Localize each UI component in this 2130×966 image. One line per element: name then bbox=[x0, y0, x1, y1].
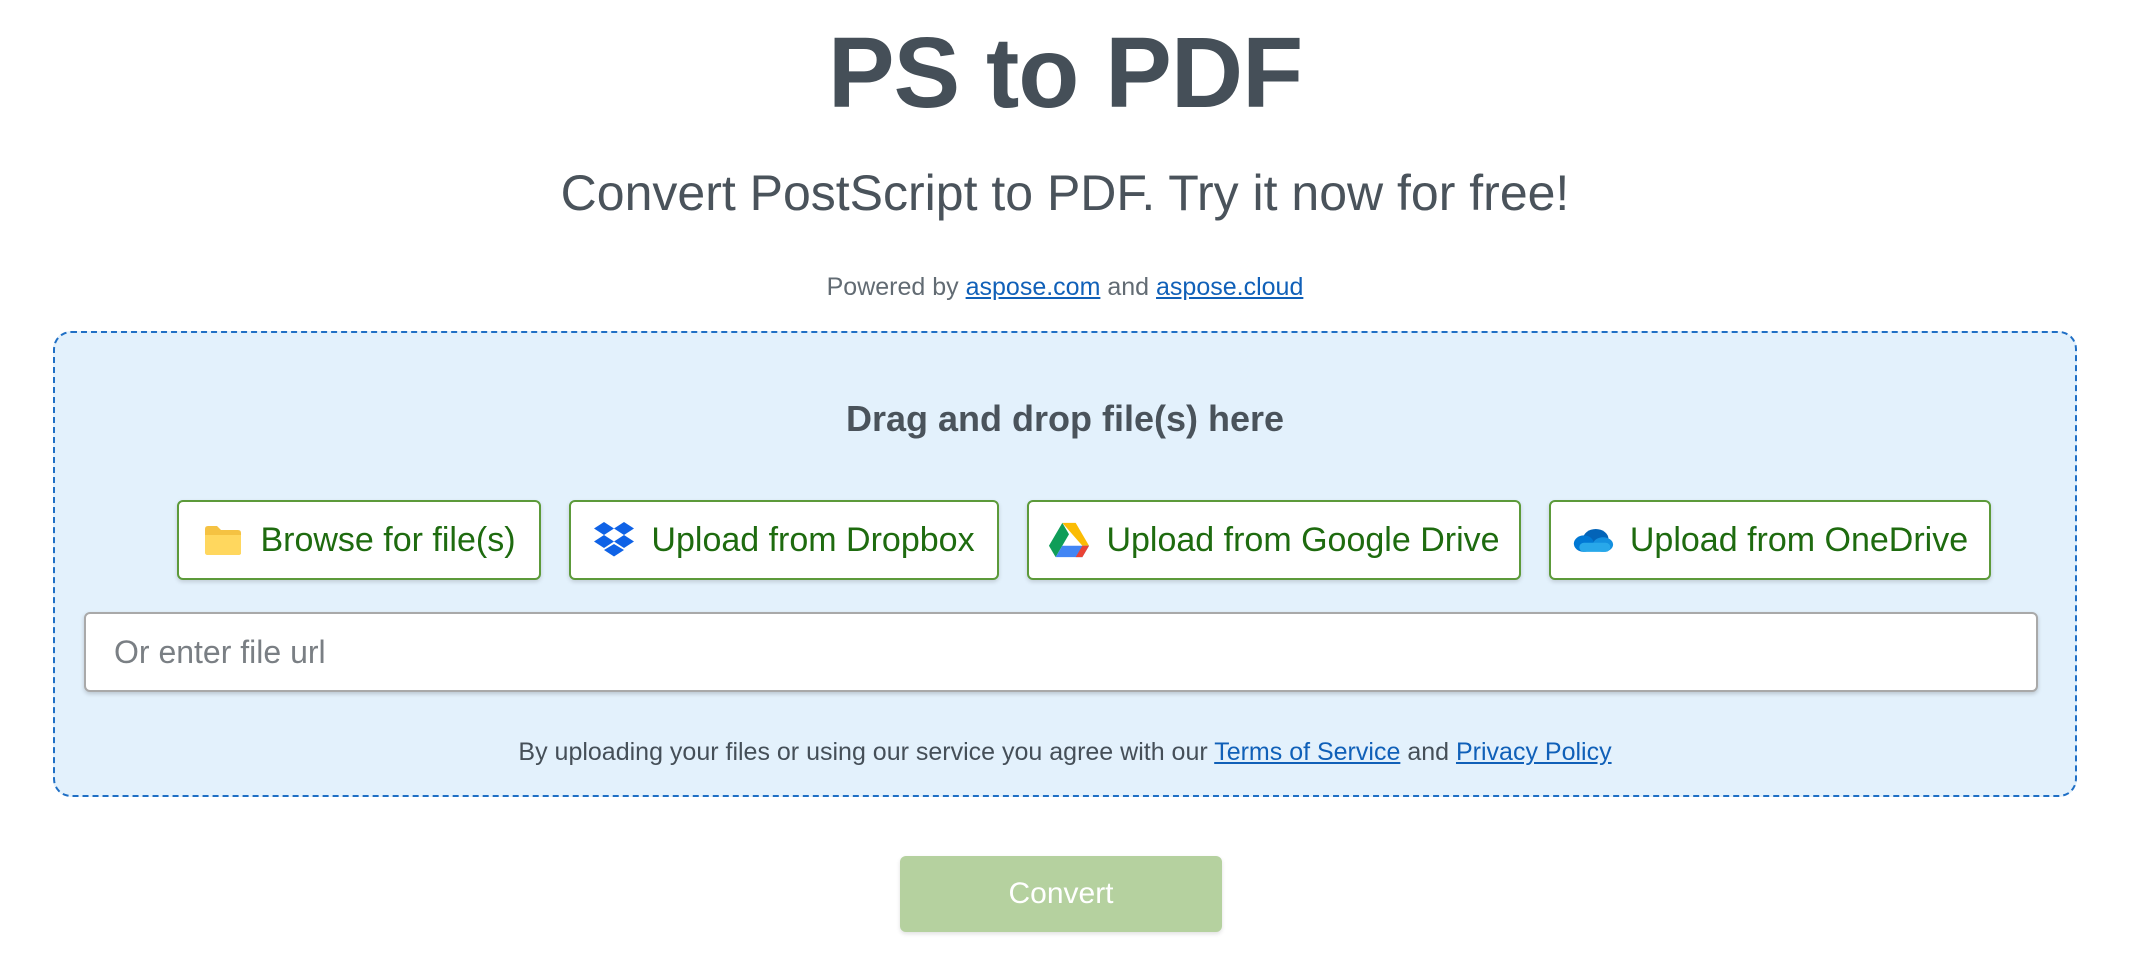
powered-by: Powered by aspose.com and aspose.cloud bbox=[0, 272, 2130, 302]
page: PS to PDF Convert PostScript to PDF. Try… bbox=[0, 0, 2130, 966]
terms-notice: By uploading your files or using our ser… bbox=[55, 737, 2075, 767]
convert-button[interactable]: Convert bbox=[900, 856, 1222, 932]
aspose-cloud-link[interactable]: aspose.cloud bbox=[1156, 273, 1303, 301]
powered-by-prefix: Powered by bbox=[826, 273, 959, 301]
powered-by-and: and bbox=[1107, 273, 1150, 301]
upload-buttons: Browse for file(s) Upload from Dropbox U… bbox=[55, 500, 2075, 582]
file-dropzone[interactable]: Drag and drop file(s) here Browse for fi… bbox=[53, 331, 2077, 797]
page-title: PS to PDF bbox=[827, 17, 1303, 129]
terms-of-service-link[interactable]: Terms of Service bbox=[1214, 738, 1400, 766]
privacy-policy-link[interactable]: Privacy Policy bbox=[1456, 738, 1612, 766]
google-drive-icon bbox=[1048, 519, 1090, 561]
drag-drop-label: Drag and drop file(s) here bbox=[845, 398, 1285, 439]
onedrive-upload-button[interactable]: Upload from OneDrive bbox=[1549, 500, 1991, 580]
folder-icon bbox=[202, 519, 244, 561]
dropbox-upload-label: Upload from Dropbox bbox=[651, 520, 975, 559]
google-drive-upload-button[interactable]: Upload from Google Drive bbox=[1027, 500, 1521, 580]
page-subtitle: Convert PostScript to PDF. Try it now fo… bbox=[560, 165, 1570, 221]
dropbox-upload-button[interactable]: Upload from Dropbox bbox=[569, 500, 999, 580]
terms-and: and bbox=[1407, 738, 1450, 766]
aspose-com-link[interactable]: aspose.com bbox=[966, 273, 1101, 301]
browse-files-button[interactable]: Browse for file(s) bbox=[177, 500, 541, 580]
browse-files-label: Browse for file(s) bbox=[260, 520, 516, 559]
google-drive-upload-label: Upload from Google Drive bbox=[1106, 520, 1500, 559]
dropbox-icon bbox=[593, 519, 635, 561]
file-url-input[interactable] bbox=[84, 612, 2038, 692]
terms-prefix: By uploading your files or using our ser… bbox=[518, 738, 1208, 766]
onedrive-icon bbox=[1572, 519, 1614, 561]
onedrive-upload-label: Upload from OneDrive bbox=[1629, 520, 1969, 559]
